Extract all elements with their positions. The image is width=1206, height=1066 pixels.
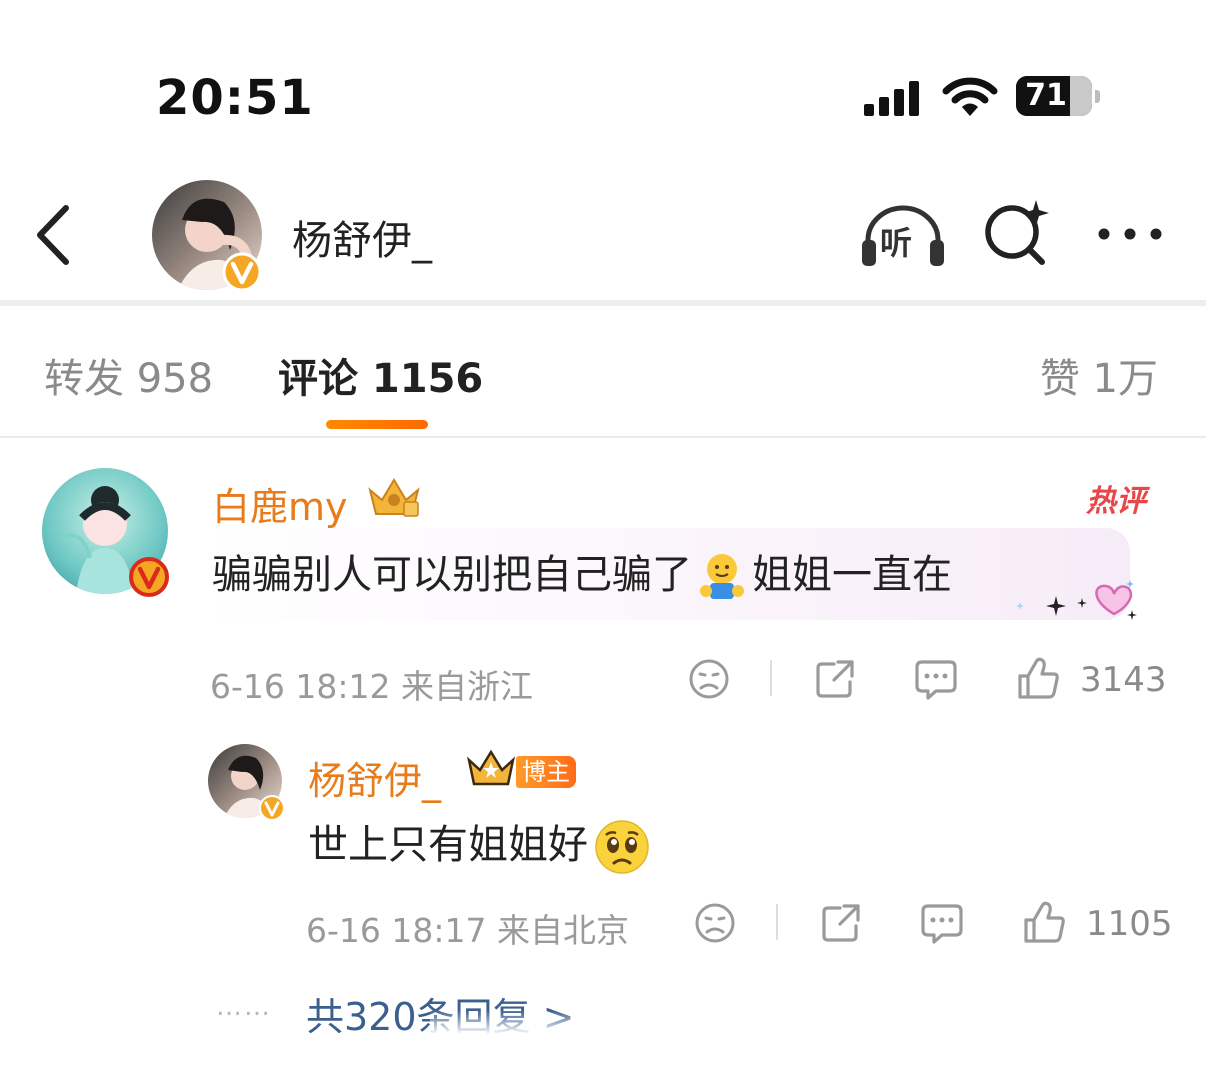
share-icon[interactable] <box>814 658 856 700</box>
blogger-badge: 博主 <box>516 756 576 788</box>
verified-badge-icon <box>129 557 169 597</box>
header-divider <box>0 300 1206 306</box>
thumbs-up-icon[interactable] <box>1022 900 1066 944</box>
more-options-icon[interactable] <box>1090 212 1170 256</box>
comment-text-part-2: 姐姐一直在 <box>752 552 952 598</box>
comment-meta: 6-16 18:12 来自浙江 <box>210 667 533 706</box>
listen-button[interactable]: 听 <box>858 200 948 270</box>
action-separator <box>776 904 778 940</box>
comment-author-name[interactable]: 白鹿my <box>212 476 348 531</box>
pleading-face-emoji-icon <box>595 820 649 874</box>
share-icon[interactable] <box>820 902 862 944</box>
reply-meta: 6-16 18:17 来自北京 <box>306 911 629 950</box>
comment-text: 骗骗别人可以别把自己骗了 姐姐一直在 <box>212 542 952 603</box>
tabs-divider <box>0 436 1206 438</box>
active-tab-indicator <box>326 420 428 429</box>
battery-indicator: 71 <box>1016 76 1100 118</box>
search-sparkle-icon[interactable] <box>980 196 1052 268</box>
reply-author-name[interactable]: 杨舒伊_ <box>308 750 441 805</box>
hug-emoji-icon <box>700 554 744 599</box>
action-separator <box>770 660 772 696</box>
reply-text-content: 世上只有姐姐好 <box>308 822 588 868</box>
battery-level-text: 71 <box>1025 78 1067 113</box>
cellular-signal-icon <box>864 81 919 116</box>
reply-like-count: 1105 <box>1086 904 1173 944</box>
heart-sparkle-decoration-icon <box>1016 580 1137 620</box>
verified-badge-icon <box>259 795 285 821</box>
watermark-fade-overlay <box>430 1010 750 1066</box>
tab-comment[interactable]: 评论 1156 <box>278 346 483 404</box>
listen-label: 听 <box>880 224 913 262</box>
dislike-face-icon[interactable] <box>694 902 736 944</box>
comment-like-count: 3143 <box>1080 660 1167 700</box>
reply-comment-icon[interactable] <box>914 658 958 700</box>
tab-like[interactable]: 赞 1万 <box>1040 346 1158 404</box>
hot-comment-tag: 热评 <box>1086 484 1146 519</box>
crown-membership-icon <box>466 749 516 786</box>
verified-badge-icon <box>222 252 262 292</box>
status-time: 20:51 <box>156 70 314 126</box>
replies-leader-dots: …… <box>216 992 272 1022</box>
back-arrow-icon[interactable] <box>28 200 78 270</box>
thumbs-up-icon[interactable] <box>1016 656 1060 700</box>
wifi-icon <box>942 77 998 116</box>
reply-text: 世上只有姐姐好 <box>308 812 650 875</box>
reply-comment-icon[interactable] <box>920 902 964 944</box>
crown-membership-icon <box>368 478 420 517</box>
header-username[interactable]: 杨舒伊_ <box>292 208 432 266</box>
comment-text-part-1: 骗骗别人可以别把自己骗了 <box>212 552 692 598</box>
dislike-face-icon[interactable] <box>688 658 730 700</box>
tab-repost[interactable]: 转发 958 <box>44 346 213 404</box>
